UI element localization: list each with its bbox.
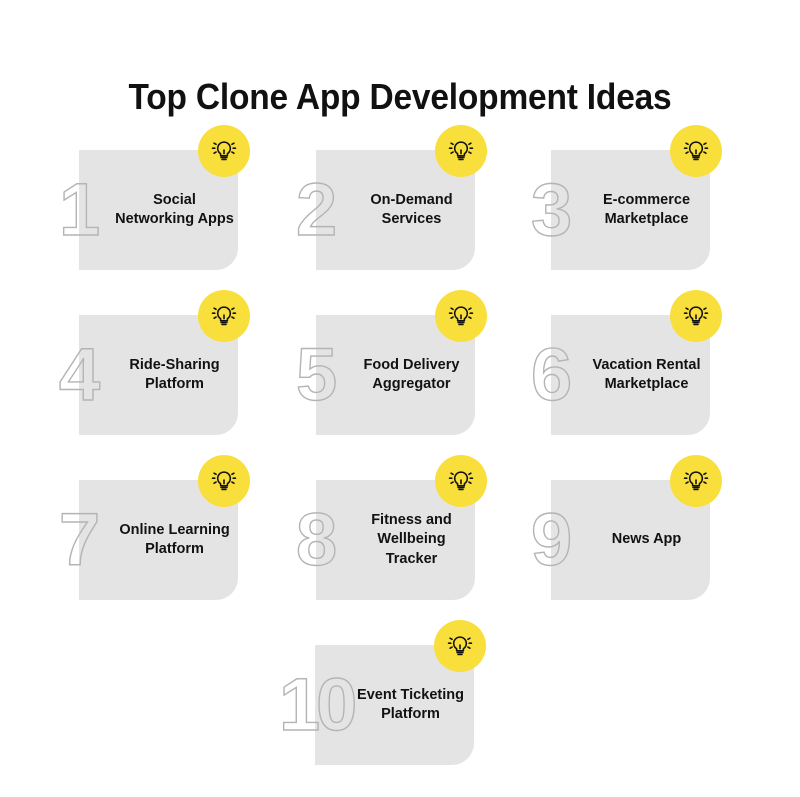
ideas-grid: 1 Social Networking Apps 2 On-Demand Ser… [58,125,729,795]
lightbulb-badge [434,620,486,672]
lightbulb-icon [447,302,475,330]
card-label-text: Fitness and Wellbeing Tracker [371,512,452,567]
lightbulb-icon [210,302,238,330]
card-label-text: Event Ticketing Platform [357,686,464,722]
card-label-text: E-commerce Marketplace [602,191,691,227]
lightbulb-icon [210,137,238,165]
lightbulb-badge [670,455,722,507]
lightbulb-icon [447,467,475,495]
ideas-row: 7 Online Learning Platform 8 Fitness and… [58,455,729,645]
lightbulb-badge [670,125,722,177]
lightbulb-badge [435,290,487,342]
card-number: 3 [530,168,573,251]
idea-card[interactable]: 9 News App [530,455,722,600]
ideas-row: 10 Event Ticketing Platform [79,620,729,795]
lightbulb-badge [435,455,487,507]
card-label-text: On-Demand Services [370,191,453,227]
lightbulb-icon [682,302,710,330]
card-number: 7 [58,498,101,581]
idea-card[interactable]: 7 Online Learning Platform [58,455,250,600]
card-number: 8 [295,498,338,581]
card-number: 2 [295,168,338,251]
lightbulb-badge [198,290,250,342]
card-label-text: Social Networking Apps [115,191,234,227]
card-label-text: News App [611,531,682,548]
card-number: 1 [58,168,101,251]
idea-card[interactable]: 8 Fitness and Wellbeing Tracker [295,455,487,600]
card-number: 9 [530,498,573,581]
card-label-text: Online Learning Platform [119,521,230,557]
lightbulb-icon [447,137,475,165]
card-number: 10 [278,663,358,746]
idea-card[interactable]: 3 E-commerce Marketplace [530,125,722,270]
page-title: Top Clone App Development Ideas [128,76,672,118]
card-label-text: Ride-Sharing Platform [129,356,220,392]
lightbulb-icon [210,467,238,495]
card-label-text: Vacation Rental Marketplace [592,356,701,392]
card-number: 5 [295,333,338,416]
ideas-row: 4 Ride-Sharing Platform 5 Food Delivery … [58,290,729,480]
idea-card[interactable]: 1 Social Networking Apps [58,125,250,270]
idea-card[interactable]: 10 Event Ticketing Platform [278,620,486,765]
lightbulb-icon [446,632,474,660]
idea-card[interactable]: 2 On-Demand Services [295,125,487,270]
ideas-row: 1 Social Networking Apps 2 On-Demand Ser… [58,125,729,315]
lightbulb-badge [670,290,722,342]
lightbulb-badge [198,125,250,177]
card-label-text: Food Delivery Aggregator [363,356,460,392]
idea-card[interactable]: 4 Ride-Sharing Platform [58,290,250,435]
card-number: 4 [58,333,101,416]
lightbulb-badge [198,455,250,507]
lightbulb-badge [435,125,487,177]
idea-card[interactable]: 5 Food Delivery Aggregator [295,290,487,435]
card-number: 6 [530,333,573,416]
lightbulb-icon [682,467,710,495]
idea-card[interactable]: 6 Vacation Rental Marketplace [530,290,722,435]
lightbulb-icon [682,137,710,165]
